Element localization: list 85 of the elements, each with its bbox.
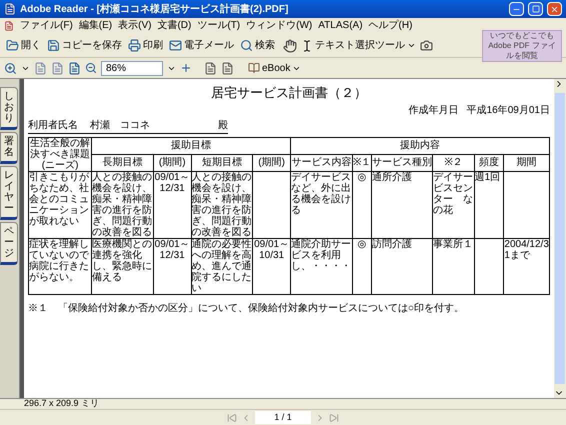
close-icon (550, 4, 559, 14)
table-cell: 2004/12/31まで (504, 238, 550, 294)
menu-item[interactable]: 編集(E) (78, 21, 112, 31)
header-cell: 生活全般の解決すべき課題 (ニーズ) (28, 137, 92, 171)
menu-item[interactable]: ファイル(F) (20, 21, 73, 31)
date-label: 作成年月日 (408, 104, 459, 118)
header-cell: 短期目標 (191, 154, 253, 171)
table-cell: ◎ (352, 171, 372, 238)
side-tab[interactable]: レイヤー (0, 166, 18, 220)
page-icon[interactable] (34, 62, 47, 74)
hand-icon[interactable] (283, 38, 297, 52)
folder-icon (6, 39, 19, 52)
pdf-icon (4, 3, 16, 15)
menu-item[interactable]: ツール(T) (197, 21, 240, 31)
side-tab[interactable]: しおり (0, 87, 18, 130)
side-tab[interactable]: 署名 (0, 132, 18, 164)
toolbar-button[interactable]: 開く (4, 36, 43, 56)
client-label: 利用者氏名 (28, 118, 78, 132)
toolbar-button[interactable]: 電子メール (167, 36, 236, 56)
text-cursor-icon (301, 40, 313, 52)
zoom-out-icon[interactable] (85, 62, 97, 74)
footnote: ※１ 「保険給付対象か否かの区分」について、保険給付対象内サービスについては○印を付す。 (28, 302, 466, 316)
zoom-in-icon[interactable] (4, 62, 17, 74)
date-text: 平成16年09月01日 (466, 104, 550, 118)
menu-item[interactable]: 表示(V) (118, 21, 152, 31)
header-cell: (期間) (252, 154, 290, 171)
client-name: 村瀬 ココネ (90, 118, 151, 132)
text-select-button[interactable]: テキスト選択ツール (299, 36, 418, 56)
printer-icon (128, 39, 141, 52)
menu-item[interactable]: ウィンドウ(W) (246, 21, 312, 31)
table-cell: 人との接触の機会を設け、痴呆・精神障害の進行を防ぎ、問題行動の改善を図る (92, 171, 154, 238)
camera-icon[interactable] (420, 39, 433, 52)
header-cell: サービス内容 (290, 154, 352, 171)
header-cell: (期間) (153, 154, 192, 171)
header-cell: ※１ (352, 154, 372, 171)
promo-banner[interactable]: いつでもどこでも Adobe PDF ファイルを閲覧 (482, 30, 562, 62)
table-cell: 週1回 (474, 171, 504, 238)
table-cell: 通院介助サービスを利用し、・・・・ (290, 238, 352, 294)
table-cell: デイサービスなど、外に出る機会を設ける (290, 171, 352, 238)
header-cell: 頻度 (474, 154, 504, 171)
ebook-button[interactable]: eBook (246, 58, 304, 78)
document-icon (4, 21, 14, 31)
page-icon[interactable] (68, 62, 81, 74)
table-cell: 人との接触の機会を設け、痴呆・精神障害の進行を防ぎ、問題行動の改善を図る (191, 171, 253, 238)
side-tab[interactable]: ページ (0, 222, 18, 265)
header-cell: 期間 (504, 154, 550, 171)
floppy-icon (47, 39, 60, 52)
table-cell: 通所介護 (371, 171, 432, 238)
table-cell: 09/01～12/31 (153, 171, 192, 238)
table-cell: 医療機関との連携を強化し、緊急時に備える (92, 238, 154, 294)
header-cell: サービス種別 (371, 154, 432, 171)
menu-item[interactable]: ヘルプ(H) (368, 21, 412, 31)
table-cell: 事業所１ (432, 238, 474, 294)
toolbar-button[interactable]: コピーを保存 (45, 36, 124, 56)
header-cell: ※２ (432, 154, 474, 171)
header-cell: 援助目標 (92, 137, 290, 154)
scrollbar-thumb[interactable] (555, 93, 565, 384)
window-title: Adobe Reader - [村瀬ココネ様居宅サービス計画書(2).PDF] (20, 2, 290, 16)
page-icon[interactable] (51, 62, 64, 74)
table-cell: 09/01～10/31 (252, 238, 290, 294)
minimize-button[interactable] (509, 2, 524, 16)
header-cell: 援助内容 (290, 137, 550, 154)
maximize-button[interactable] (528, 2, 543, 16)
table-cell: 症状を理解していないので病院に行きたがらない。 (28, 238, 92, 294)
table-cell: デイサービスセンター なの花 (432, 171, 474, 238)
table-cell: 09/01～12/31 (153, 238, 192, 294)
caret-icon (407, 41, 416, 50)
table-cell: 引きこもりがちなため、社会とのコミュニケーションが取れない (28, 171, 92, 238)
header-cell: 長期目標 (92, 154, 154, 171)
table-cell: 通院の必要性への理解を高め、進んで通院するにしたい (191, 238, 253, 294)
zoom-field[interactable]: 86% (101, 60, 163, 76)
menu-item[interactable]: ATLAS(A) (318, 21, 363, 31)
table-cell: ◎ (352, 238, 372, 294)
menu-item[interactable]: 文書(D) (157, 21, 192, 31)
maximize-icon (532, 5, 540, 13)
table-cell: 訪問介護 (371, 238, 432, 294)
plus-icon[interactable] (180, 62, 192, 74)
document-title: 居宅サービス計画書（２） (211, 84, 367, 102)
close-button[interactable] (547, 2, 562, 16)
page-size-text: 296.7 x 209.9 ミリ (24, 397, 100, 410)
toolbar-button[interactable]: 印刷 (126, 36, 165, 56)
book-icon (248, 62, 260, 74)
honorific-text: 殿 (218, 118, 228, 132)
page-number-field[interactable]: 1 / 1 (255, 411, 311, 424)
toolbar-button[interactable]: 検索 (238, 36, 277, 56)
